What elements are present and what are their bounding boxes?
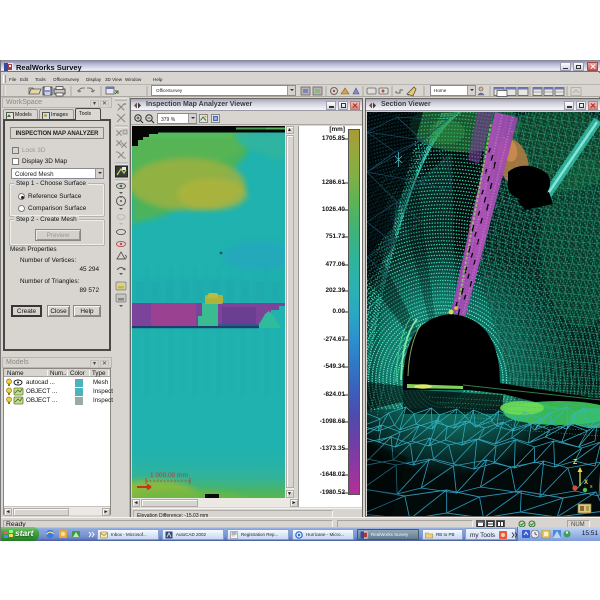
svg-text:1 000.00 mm: 1 000.00 mm xyxy=(150,472,188,479)
svg-text:Z: Z xyxy=(573,459,578,466)
svg-text:X: X xyxy=(584,480,588,486)
